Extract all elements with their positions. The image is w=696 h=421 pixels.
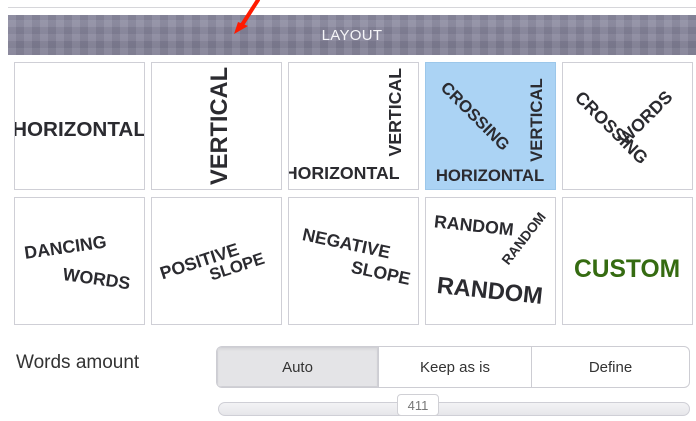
layout-option-positive-slope[interactable]: Positive Slope xyxy=(151,197,282,325)
crossing-vertical-horizontal-preview: Crossing Vertical Horizontal xyxy=(436,78,546,185)
words-amount-label: Words amount xyxy=(16,352,140,373)
preview-word: Custom xyxy=(574,256,680,283)
layout-panel: LAYOUT Horizontal Vertical Vertical Hori… xyxy=(0,0,696,421)
layout-option-custom[interactable]: Custom xyxy=(562,197,693,325)
negative-slope-preview: Negative Slope xyxy=(301,224,413,289)
layout-option-negative-slope[interactable]: Negative Slope xyxy=(288,197,419,325)
custom-preview: Custom xyxy=(574,256,680,283)
random-preview: Random Random Random xyxy=(433,210,549,310)
preview-word: Slope xyxy=(349,257,412,289)
layout-option-crossing-vertical-horizontal[interactable]: Crossing Vertical Horizontal xyxy=(425,62,556,190)
words-amount-auto-button[interactable]: Auto xyxy=(217,347,379,387)
preview-word: Random xyxy=(436,273,544,310)
layout-header: LAYOUT xyxy=(8,15,696,55)
dancing-words-preview: Dancing Words xyxy=(23,232,132,294)
preview-word: Horizontal xyxy=(15,118,144,141)
words-amount-keep-button[interactable]: Keep as is xyxy=(379,347,532,387)
layout-option-vertical[interactable]: Vertical xyxy=(151,62,282,190)
layout-option-dancing-words[interactable]: Dancing Words xyxy=(14,197,145,325)
preview-word: Vertical xyxy=(207,67,233,185)
preview-word: Random xyxy=(433,211,514,239)
layout-title: LAYOUT xyxy=(321,26,383,44)
words-amount-value: 411 xyxy=(407,397,429,413)
preview-word: Dancing xyxy=(23,232,108,263)
slider-thumb[interactable]: 411 xyxy=(397,394,439,416)
crossing-words-preview: Crossing Words xyxy=(571,87,676,169)
layout-grid: Horizontal Vertical Vertical Horizontal … xyxy=(14,62,694,330)
divider xyxy=(8,7,696,8)
layout-option-vertical-horizontal[interactable]: Vertical Horizontal xyxy=(288,62,419,190)
horizontal-preview: Horizontal xyxy=(15,118,144,141)
positive-slope-preview: Positive Slope xyxy=(157,239,266,284)
preview-word: Vertical xyxy=(385,68,405,157)
words-amount-selector: Auto Keep as is Define xyxy=(216,346,690,388)
preview-word: Negative xyxy=(301,224,393,262)
preview-word: Vertical xyxy=(527,78,546,162)
preview-word: Horizontal xyxy=(289,163,400,183)
preview-word: Words xyxy=(62,264,132,293)
words-amount-slider[interactable]: 411 xyxy=(218,394,690,416)
layout-option-horizontal[interactable]: Horizontal xyxy=(14,62,145,190)
preview-word: Horizontal xyxy=(436,166,544,185)
words-amount-define-button[interactable]: Define xyxy=(532,347,689,387)
preview-word: Words xyxy=(614,87,676,149)
vertical-horizontal-preview: Vertical Horizontal xyxy=(289,68,405,183)
layout-option-crossing-words[interactable]: Crossing Words xyxy=(562,62,693,190)
vertical-preview: Vertical xyxy=(207,67,233,185)
preview-word: Crossing xyxy=(437,78,514,155)
layout-option-random[interactable]: Random Random Random xyxy=(425,197,556,325)
